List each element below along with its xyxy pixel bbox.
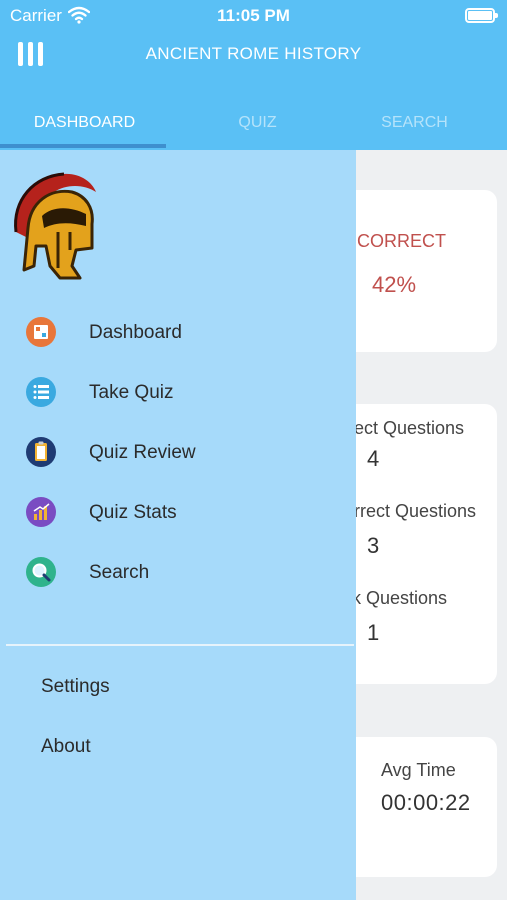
drawer-item-label: Quiz Stats bbox=[89, 502, 177, 523]
tab-dashboard[interactable]: DASHBOARD bbox=[0, 114, 169, 132]
stat-label: rrect Questions bbox=[354, 501, 477, 521]
battery-icon bbox=[465, 8, 498, 23]
stat-value: 4 bbox=[367, 446, 380, 471]
clipboard-icon bbox=[26, 437, 56, 467]
avg-time-label: Avg Time bbox=[381, 760, 456, 780]
stat-label: ect Questions bbox=[354, 418, 465, 438]
magnifier-icon bbox=[26, 557, 56, 587]
drawer-item-label: Quiz Review bbox=[89, 442, 196, 463]
incorrect-label: ICORRECT bbox=[352, 231, 446, 251]
drawer-item-label: Take Quiz bbox=[89, 382, 174, 403]
avg-time-value: 00:00:22 bbox=[381, 790, 471, 815]
drawer-item-dashboard[interactable]: Dashboard bbox=[0, 317, 356, 367]
drawer-item-quiz-review[interactable]: Quiz Review bbox=[0, 437, 356, 487]
dashboard-icon bbox=[26, 317, 56, 347]
roman-helmet-logo bbox=[14, 172, 96, 280]
stats-chart-icon bbox=[26, 497, 56, 527]
clock: 11:05 PM bbox=[217, 6, 290, 25]
tab-quiz[interactable]: QUIZ bbox=[173, 114, 342, 132]
drawer-item-about[interactable]: About bbox=[41, 736, 91, 758]
app-title: ANCIENT ROME HISTORY bbox=[145, 44, 362, 63]
stat-value: 3 bbox=[367, 533, 380, 558]
app-header: Carrier 11:05 PM ANCIENT ROME HISTORY DA… bbox=[0, 0, 507, 150]
drawer-item-take-quiz[interactable]: Take Quiz bbox=[0, 377, 356, 427]
drawer-item-search[interactable]: Search bbox=[0, 557, 356, 607]
drawer-item-label: Search bbox=[89, 562, 150, 583]
drawer-item-label: Dashboard bbox=[89, 322, 182, 343]
status-bar: Carrier 11:05 PM bbox=[0, 0, 507, 30]
side-drawer: Dashboard Take Quiz Quiz Review Quiz Sta… bbox=[0, 150, 356, 900]
drawer-item-quiz-stats[interactable]: Quiz Stats bbox=[0, 497, 356, 547]
drawer-item-settings[interactable]: Settings bbox=[41, 676, 110, 698]
active-tab-indicator bbox=[0, 144, 166, 148]
tab-search[interactable]: SEARCH bbox=[330, 114, 499, 132]
stat-label: k Questions bbox=[352, 588, 448, 608]
drawer-divider bbox=[6, 644, 354, 646]
stat-value: 1 bbox=[367, 620, 380, 645]
quiz-list-icon bbox=[26, 377, 56, 407]
incorrect-percent: 42% bbox=[372, 272, 417, 297]
